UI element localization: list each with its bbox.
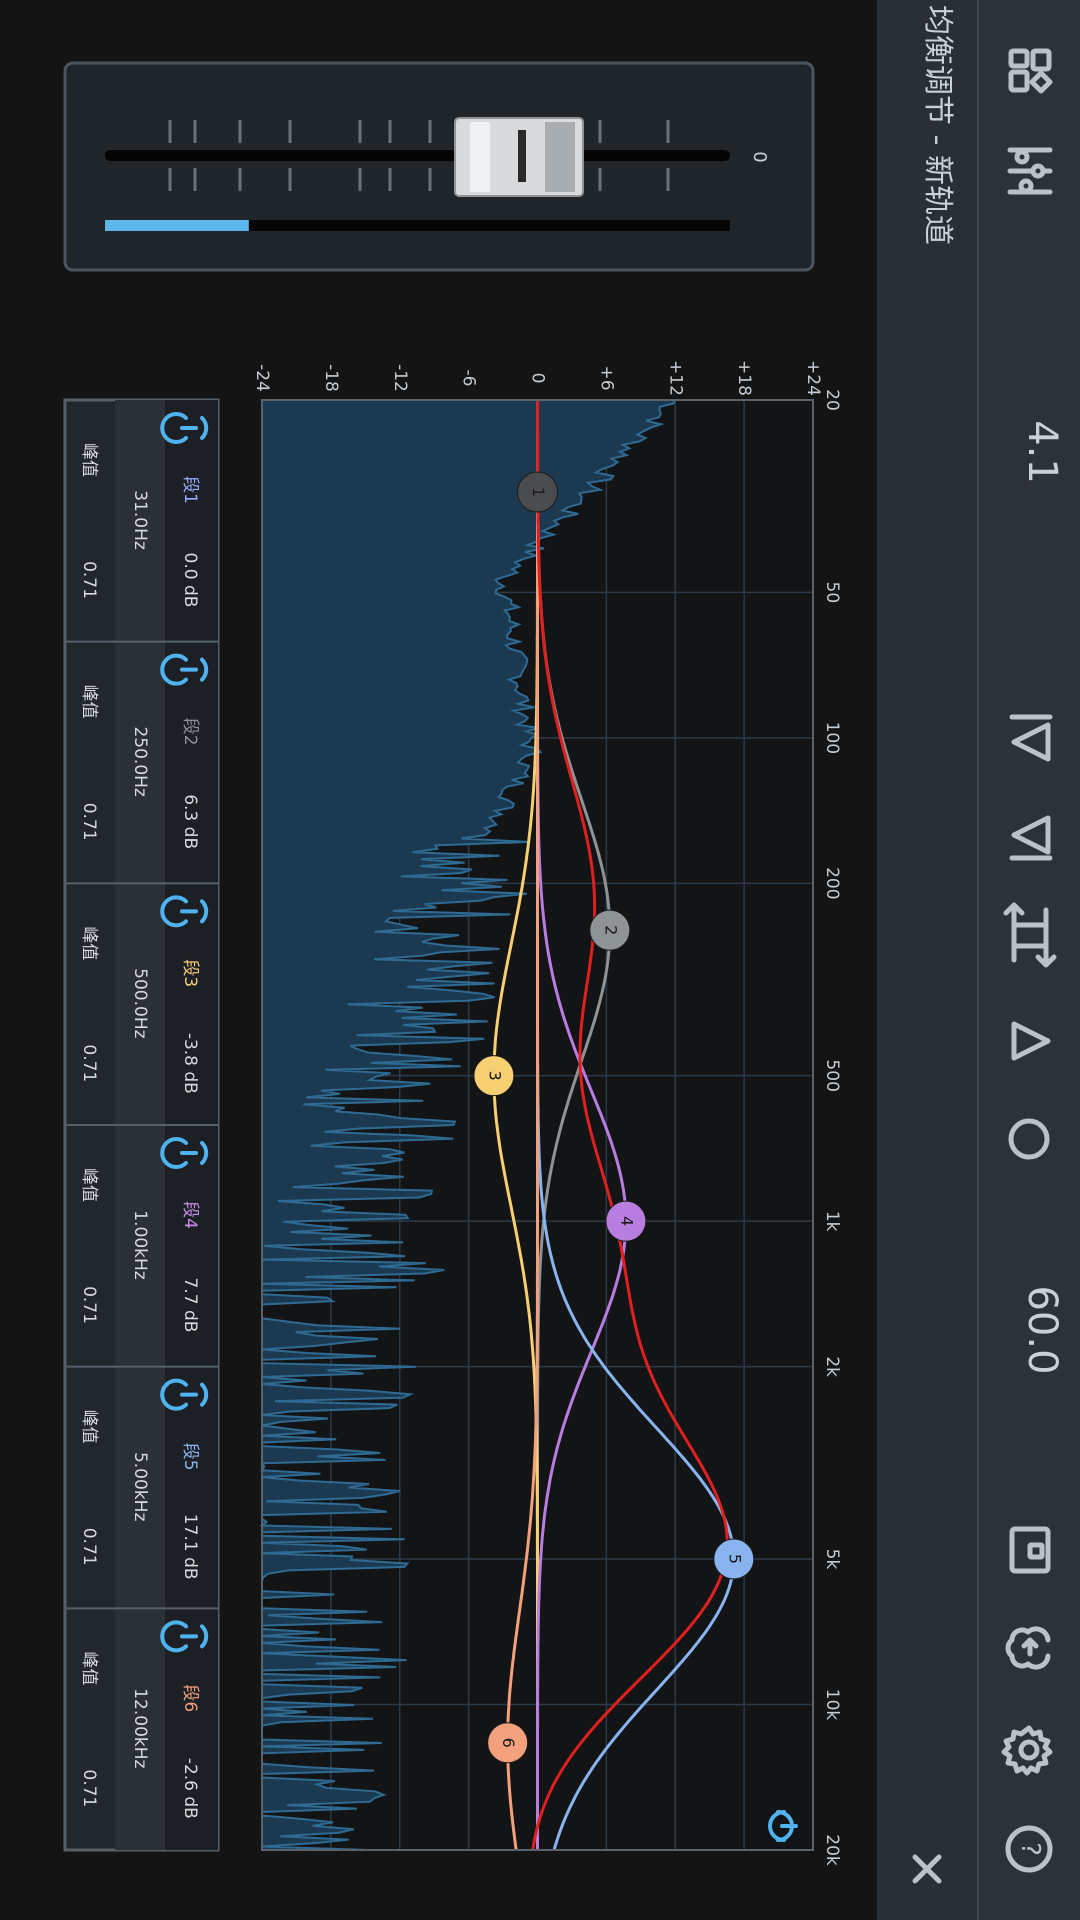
band-list: 段1 0.0 dB 31.0Hz 峰值 0.71 段2 6.3 dB 250.0Hz 峰值 0.7…: [63, 398, 220, 1852]
db-tick-label: +12: [665, 360, 685, 396]
band-name: 段3: [180, 959, 200, 987]
db-tick-label: -12: [390, 364, 410, 392]
freq-tick-label: 100: [822, 722, 842, 754]
band-q: 0.71: [79, 1044, 99, 1082]
band-name: 段1: [180, 476, 200, 504]
band-name: 段4: [180, 1201, 200, 1229]
band-type: 峰值: [79, 1651, 99, 1685]
db-tick-label: +6: [596, 365, 616, 390]
band-type: 峰值: [79, 1168, 99, 1202]
band-freq: 250.0Hz: [130, 726, 150, 796]
tempo-display[interactable]: 60.0: [1019, 1285, 1065, 1374]
band-gain: 7.7 dB: [180, 1278, 200, 1333]
band-q: 0.71: [79, 1769, 99, 1807]
band-node-label: 3: [485, 1071, 504, 1081]
band-node-1[interactable]: 1: [517, 471, 558, 513]
band-name: 段6: [180, 1684, 200, 1712]
fader-knob[interactable]: [454, 117, 584, 197]
band-node-2[interactable]: 2: [589, 909, 631, 951]
fader-track: [105, 150, 730, 161]
app-root: ? 4.1 60.0 均衡调节 - 新轨道 0 1 2 3 4 5 6 20 50 100 20…: [0, 0, 1080, 1920]
db-tick-label: 0: [528, 373, 548, 384]
band-freq: 1.00kHz: [130, 1210, 150, 1279]
freq-tick-label: 20k: [822, 1834, 842, 1866]
band-node-label: 1: [529, 487, 548, 497]
freq-tick-label: 200: [822, 867, 842, 899]
band-freq: 500.0Hz: [130, 968, 150, 1038]
band-gain: 0.0 dB: [180, 553, 200, 608]
band-gain: 6.3 dB: [180, 794, 200, 849]
band-gain: -3.8 dB: [180, 1033, 200, 1094]
band-freq: 5.00kHz: [130, 1452, 150, 1521]
band-type: 峰值: [79, 443, 99, 477]
freq-tick-label: 5k: [822, 1549, 842, 1570]
freq-tick-label: 10k: [822, 1689, 842, 1721]
title-bar: [877, 0, 980, 1920]
db-tick-label: +18: [734, 360, 754, 396]
band-node-label: 6: [499, 1738, 518, 1748]
band-node-label: 2: [601, 925, 620, 935]
freq-tick-label: 20: [822, 389, 842, 411]
band-type: 峰值: [79, 685, 99, 719]
band-q: 0.71: [79, 1528, 99, 1566]
band-freq: 12.00kHz: [130, 1688, 150, 1768]
version-value: 4.1: [1019, 420, 1065, 484]
level-meter-fill: [105, 220, 249, 231]
band-gain: -2.6 dB: [180, 1758, 200, 1819]
band-type: 峰值: [79, 926, 99, 960]
db-tick-label: +24: [803, 360, 823, 396]
db-tick-label: -24: [252, 364, 272, 392]
freq-tick-label: 1k: [822, 1211, 842, 1232]
band-node-label: 4: [617, 1216, 636, 1226]
fader-value: 0: [749, 151, 770, 162]
band-node-4[interactable]: 4: [605, 1200, 647, 1242]
band-node-5[interactable]: 5: [713, 1538, 755, 1580]
page-title: 均衡调节 - 新轨道: [920, 5, 955, 245]
freq-tick-label: 50: [822, 582, 842, 604]
band-q: 0.71: [79, 561, 99, 599]
band-q: 0.71: [79, 803, 99, 841]
band-type: 峰值: [79, 1410, 99, 1444]
db-tick-label: -6: [459, 370, 479, 387]
band-node-3[interactable]: 3: [473, 1055, 515, 1097]
freq-tick-label: 500: [822, 1059, 842, 1091]
band-node-6[interactable]: 6: [487, 1722, 529, 1764]
db-tick-label: -18: [321, 364, 341, 392]
band-name: 段5: [180, 1443, 200, 1471]
help-icon-glyph: ?: [1015, 1842, 1045, 1856]
band-q: 0.71: [79, 1286, 99, 1324]
band-gain: 17.1 dB: [180, 1514, 200, 1580]
band-node-label: 5: [725, 1554, 744, 1564]
band-name: 段2: [180, 718, 200, 746]
band-freq: 31.0Hz: [130, 490, 150, 550]
fader-panel: [63, 61, 815, 272]
app-canvas: ? 4.1 60.0 均衡调节 - 新轨道 0 1 2 3 4 5 6 20 50 100 20…: [63, 0, 1080, 1920]
freq-tick-label: 2k: [822, 1356, 842, 1377]
